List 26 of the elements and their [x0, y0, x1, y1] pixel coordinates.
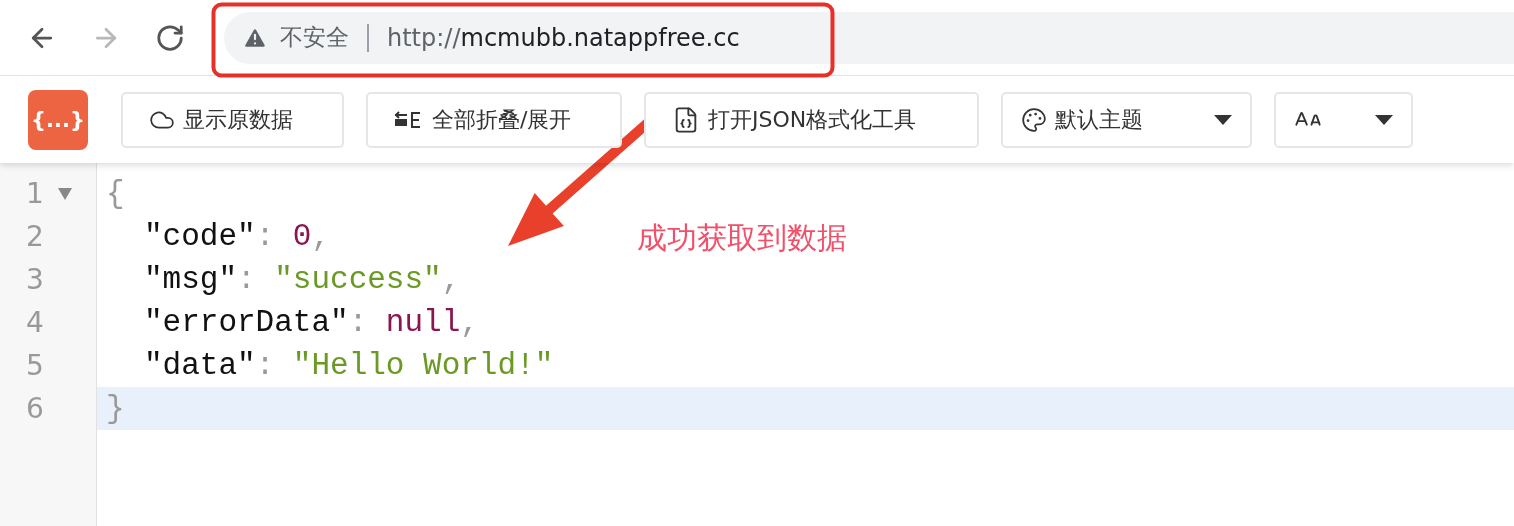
line-number: 2 — [26, 220, 45, 253]
code-line: "msg": "success", — [143, 261, 461, 299]
palette-icon — [1021, 106, 1047, 133]
annotation-text: 成功获取到数据 — [637, 219, 847, 257]
code-line: "errorData": null, — [143, 304, 479, 342]
line-number: 1 — [26, 177, 45, 210]
reload-icon — [155, 22, 185, 53]
line-number: 5 — [26, 349, 45, 382]
security-label: 不安全 — [280, 23, 349, 52]
font-size-dropdown[interactable] — [1274, 91, 1413, 148]
collapse-expand-button[interactable]: 全部折叠/展开 — [366, 91, 622, 148]
show-raw-button[interactable]: 显示原数据 — [121, 91, 344, 148]
fold-arrow-icon[interactable] — [58, 187, 72, 200]
code-line: "data": "Hello World!" — [143, 347, 554, 385]
line-number: 6 — [26, 392, 45, 425]
app-logo: {...} — [28, 89, 88, 150]
url-text: http://mcmubb.natappfree.cc — [387, 23, 740, 52]
address-bar[interactable]: 不安全 http://mcmubb.natappfree.cc — [224, 11, 1514, 64]
caret-icon — [1214, 114, 1232, 125]
caret-icon — [1375, 114, 1393, 125]
line-number: 4 — [26, 306, 45, 339]
code-line: { — [105, 175, 125, 213]
json-tool-button[interactable]: 打开JSON格式化工具 — [644, 91, 979, 148]
code-line: "code": 0, — [143, 218, 331, 256]
line-number: 3 — [26, 263, 45, 296]
theme-dropdown[interactable]: 默认主题 — [1001, 91, 1252, 148]
